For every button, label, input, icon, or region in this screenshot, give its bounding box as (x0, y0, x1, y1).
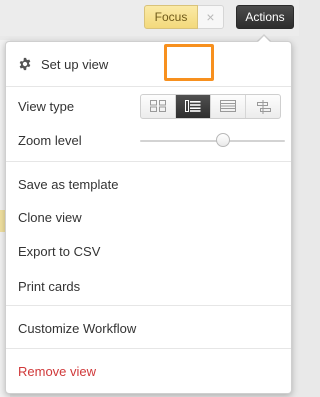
selected-view-type-highlight (164, 44, 214, 81)
list-view-button[interactable] (211, 95, 246, 118)
menu-caret-fill (257, 35, 271, 43)
timeline-view-icon (257, 100, 271, 114)
divider (6, 161, 291, 162)
timeline-view-button[interactable] (246, 95, 281, 118)
customize-workflow-item[interactable]: Customize Workflow (18, 321, 136, 337)
clone-view-item[interactable]: Clone view (18, 210, 82, 226)
list-view-icon (220, 100, 236, 112)
gear-icon (19, 57, 31, 71)
setup-view-label: Set up view (41, 57, 109, 72)
card-list-view-button[interactable] (176, 95, 211, 118)
board-view-button[interactable] (141, 95, 176, 118)
remove-view-item[interactable]: Remove view (18, 364, 96, 380)
actions-menu: Set up view View type Zoom level Save as… (5, 41, 292, 394)
save-as-template-item[interactable]: Save as template (18, 177, 118, 193)
board-view-icon (150, 100, 166, 112)
actions-button[interactable]: Actions (236, 5, 294, 29)
card-list-view-icon (185, 100, 201, 112)
focus-button[interactable]: Focus (144, 5, 198, 29)
divider (6, 86, 291, 87)
divider (6, 305, 291, 306)
zoom-slider-thumb[interactable] (216, 133, 230, 147)
close-icon[interactable]: × (198, 5, 224, 29)
divider (6, 348, 291, 349)
zoom-level-label: Zoom level (18, 133, 82, 148)
export-csv-item[interactable]: Export to CSV (18, 244, 100, 260)
view-type-label: View type (18, 99, 75, 114)
top-toolbar: Focus × Actions (0, 0, 299, 36)
zoom-slider-track[interactable] (140, 140, 285, 142)
print-cards-item[interactable]: Print cards (18, 279, 80, 295)
view-type-switcher (140, 94, 281, 119)
